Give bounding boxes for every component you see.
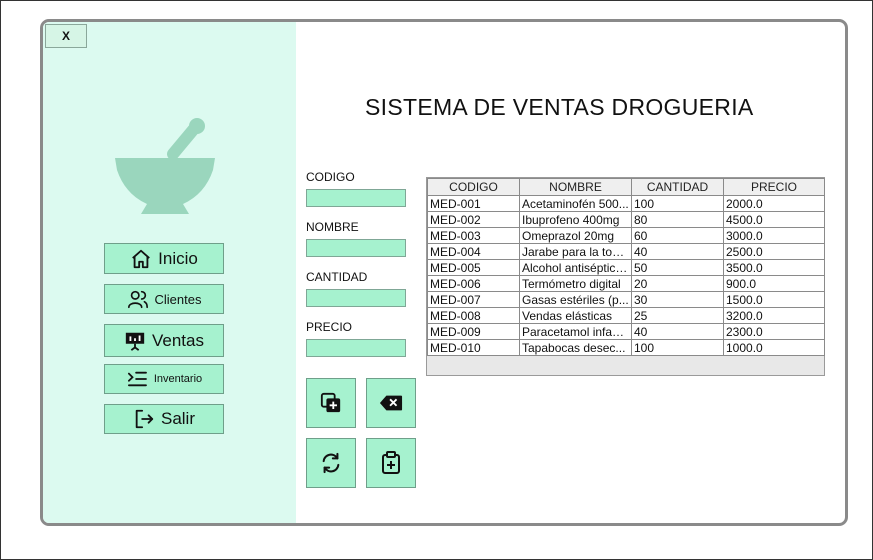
main-window: X Inicio Clientes Ventas Inventario Sali… — [40, 19, 848, 526]
table-row[interactable]: MED-002 Ibuprofeno 400mg 80 4500.0 — [427, 211, 825, 228]
codigo-field[interactable] — [306, 189, 406, 207]
table-cell[interactable]: Jarabe para la tos ... — [519, 243, 632, 260]
table-cell[interactable]: Termómetro digital — [519, 275, 632, 292]
table-cell[interactable]: 2500.0 — [723, 243, 825, 260]
sidebar-item-inicio[interactable]: Inicio — [104, 243, 224, 274]
table-cell[interactable]: 100 — [631, 339, 724, 356]
table-cell[interactable]: Vendas elásticas — [519, 307, 632, 324]
users-icon — [127, 290, 148, 309]
sidebar-item-label: Clientes — [154, 291, 202, 307]
precio-label: PRECIO — [306, 320, 353, 334]
table-cell[interactable]: MED-008 — [427, 307, 520, 324]
nombre-label: NOMBRE — [306, 220, 359, 234]
app-frame: X Inicio Clientes Ventas Inventario Sali… — [0, 0, 873, 560]
table-row[interactable]: MED-003 Omeprazol 20mg 60 3000.0 — [427, 227, 825, 244]
table-cell[interactable]: 4500.0 — [723, 211, 825, 228]
logout-icon — [135, 409, 154, 429]
table-cell[interactable]: MED-003 — [427, 227, 520, 244]
table-cell[interactable]: MED-006 — [427, 275, 520, 292]
precio-field[interactable] — [306, 339, 406, 357]
home-icon — [132, 249, 151, 268]
sidebar-item-label: Inventario — [153, 373, 203, 385]
close-button[interactable]: X — [45, 24, 87, 48]
column-header-cantidad[interactable]: CANTIDAD — [631, 178, 724, 196]
table-cell[interactable]: 25 — [631, 307, 724, 324]
sidebar-item-label: Inicio — [158, 248, 198, 268]
table-row[interactable]: MED-001 Acetaminofén 500... 100 2000.0 — [427, 195, 825, 212]
table-cell[interactable]: Omeprazol 20mg — [519, 227, 632, 244]
list-indent-icon — [127, 371, 147, 387]
mortar-pestle-icon — [115, 118, 215, 214]
presentation-icon — [125, 332, 145, 351]
table-cell[interactable]: MED-010 — [427, 339, 520, 356]
table-row[interactable]: MED-006 Termómetro digital 20 900.0 — [427, 275, 825, 292]
table-row[interactable]: MED-009 Paracetamol infant... 40 2300.0 — [427, 323, 825, 340]
sidebar-item-inventario[interactable]: Inventario — [104, 364, 224, 394]
table-cell[interactable]: 80 — [631, 211, 724, 228]
table-row[interactable]: MED-004 Jarabe para la tos ... 40 2500.0 — [427, 243, 825, 260]
table-cell[interactable]: MED-001 — [427, 195, 520, 212]
table-cell[interactable]: 100 — [631, 195, 724, 212]
sidebar-item-label: Ventas — [152, 330, 204, 350]
table-cell[interactable]: Alcohol antiséptico ... — [519, 259, 632, 276]
table-cell[interactable]: 3500.0 — [723, 259, 825, 276]
cantidad-field[interactable] — [306, 289, 406, 307]
clipboard-plus-icon — [382, 451, 400, 474]
products-table: CODIGO NOMBRE CANTIDAD PRECIO MED-001 Ace… — [426, 177, 825, 376]
table-cell[interactable]: MED-005 — [427, 259, 520, 276]
table-cell[interactable]: Paracetamol infant... — [519, 323, 632, 340]
table-cell[interactable]: 3000.0 — [723, 227, 825, 244]
table-row[interactable]: MED-008 Vendas elásticas 25 3200.0 — [427, 307, 825, 324]
sidebar-item-label: Salir — [160, 409, 195, 428]
table-cell[interactable]: 30 — [631, 291, 724, 308]
table-row[interactable]: MED-007 Gasas estériles (p... 30 1500.0 — [427, 291, 825, 308]
table-cell[interactable]: 2000.0 — [723, 195, 825, 212]
table-cell[interactable]: MED-007 — [427, 291, 520, 308]
table-cell[interactable]: Ibuprofeno 400mg — [519, 211, 632, 228]
table-cell[interactable]: MED-004 — [427, 243, 520, 260]
table-cell[interactable]: 900.0 — [723, 275, 825, 292]
delete-button[interactable] — [366, 378, 416, 428]
table-row[interactable]: MED-005 Alcohol antiséptico ... 50 3500.0 — [427, 259, 825, 276]
add-button[interactable] — [306, 378, 356, 428]
column-header-precio[interactable]: PRECIO — [723, 178, 825, 196]
table-cell[interactable]: 60 — [631, 227, 724, 244]
table-cell[interactable]: 50 — [631, 259, 724, 276]
table-cell[interactable]: 3200.0 — [723, 307, 825, 324]
column-header-nombre[interactable]: NOMBRE — [519, 178, 632, 196]
refresh-icon — [322, 452, 340, 474]
add-copy-icon — [320, 392, 341, 413]
page-title: SISTEMA DE VENTAS DROGUERIA — [365, 94, 754, 120]
backspace-icon — [379, 395, 403, 411]
table-cell[interactable]: 2300.0 — [723, 323, 825, 340]
table-row[interactable]: MED-010 Tapabocas desec... 100 1000.0 — [427, 339, 825, 356]
table-cell[interactable]: MED-009 — [427, 323, 520, 340]
column-header-codigo[interactable]: CODIGO — [427, 178, 520, 196]
table-cell[interactable]: 20 — [631, 275, 724, 292]
sidebar-item-clientes[interactable]: Clientes — [104, 284, 224, 314]
clipboard-button[interactable] — [366, 438, 416, 488]
sidebar-item-ventas[interactable]: Ventas — [104, 324, 224, 357]
codigo-label: CODIGO — [306, 170, 355, 184]
sidebar-item-salir[interactable]: Salir — [104, 404, 224, 434]
table-cell[interactable]: Gasas estériles (p... — [519, 291, 632, 308]
nombre-field[interactable] — [306, 239, 406, 257]
table-cell[interactable]: 1500.0 — [723, 291, 825, 308]
table-cell[interactable]: 40 — [631, 323, 724, 340]
table-cell[interactable]: 40 — [631, 243, 724, 260]
refresh-button[interactable] — [306, 438, 356, 488]
table-cell[interactable]: 1000.0 — [723, 339, 825, 356]
table-cell[interactable]: Tapabocas desec... — [519, 339, 632, 356]
cantidad-label: CANTIDAD — [306, 270, 368, 284]
table-cell[interactable]: Acetaminofén 500... — [519, 195, 632, 212]
sidebar: X Inicio Clientes Ventas Inventario Sali… — [43, 22, 296, 523]
table-cell[interactable]: MED-002 — [427, 211, 520, 228]
